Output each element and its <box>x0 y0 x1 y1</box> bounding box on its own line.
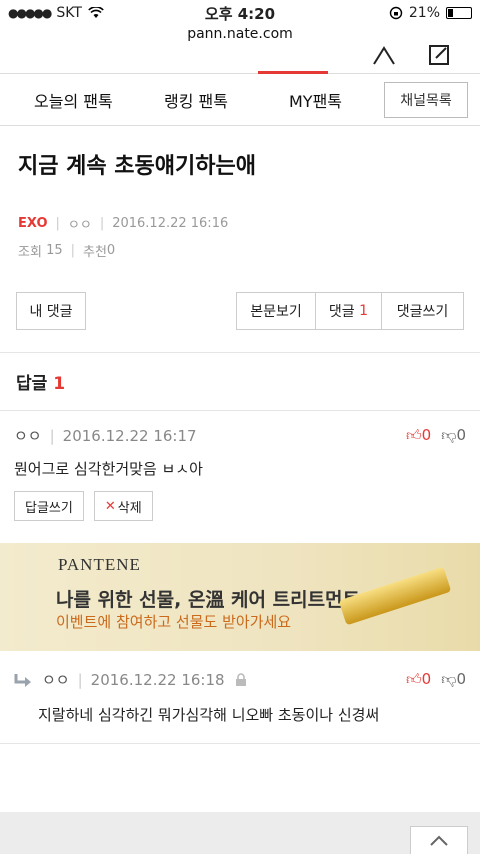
post-datetime: 2016.12.22 16:16 <box>112 216 229 231</box>
user-icon[interactable] <box>372 44 396 66</box>
views-label: 조회 <box>18 245 42 260</box>
comments-count: 1 <box>359 303 369 319</box>
my-comments-button[interactable]: 내 댓글 <box>16 292 86 330</box>
post-title: 지금 계속 초동얘기하는애 <box>18 154 256 179</box>
ad-product-image <box>338 566 452 626</box>
ad-subtext: 이벤트에 참여하고 선물도 받아가세요 <box>56 613 292 631</box>
battery-icon <box>446 7 472 19</box>
channel-list-button[interactable]: 채널목록 <box>384 82 468 118</box>
post-actions: 내 댓글 본문보기 댓글 1 댓글쓰기 <box>0 292 480 330</box>
upvote-button[interactable]: 👍︎0 <box>406 426 431 445</box>
post-category[interactable]: EXO <box>18 216 48 231</box>
replies-label: 답글 <box>16 374 48 394</box>
comment-item: ㅇㅇ | 2016.12.22 16:17 👍︎0 👎︎0 뭔어그로 심각한거맞… <box>0 411 480 535</box>
top-navigation <box>0 45 480 74</box>
post-author: ㅇㅇ <box>67 218 92 233</box>
recommend-label: 추천 <box>83 245 107 260</box>
scroll-top-button[interactable] <box>410 826 468 854</box>
thumbs-down-icon: 👎︎ <box>441 670 457 688</box>
replies-header: 답글 1 <box>0 353 480 410</box>
tab-today[interactable]: 오늘의 팬톡 <box>34 88 113 112</box>
ad-banner[interactable]: PANTENE 나를 위한 선물, 온溫 케어 트리트먼트 이벤트에 참여하고 … <box>0 543 480 651</box>
write-icon[interactable] <box>428 44 452 66</box>
page-footer <box>0 812 480 854</box>
comment-button-group: 본문보기 댓글 1 댓글쓰기 <box>236 292 464 330</box>
write-comment-button[interactable]: 댓글쓰기 <box>382 292 464 330</box>
reply-arrow-icon <box>14 673 31 687</box>
reply-meta: ㅇㅇ | 2016.12.22 16:18 👍︎0 👎︎0 <box>14 669 466 690</box>
reply-button[interactable]: 답글쓰기 <box>14 491 84 521</box>
comments-label: 댓글 <box>328 304 355 320</box>
view-post-button[interactable]: 본문보기 <box>236 292 316 330</box>
reply-author: ㅇㅇ <box>42 671 70 689</box>
views-count: 15 <box>46 243 63 258</box>
delete-x-icon: ✕ <box>104 498 116 514</box>
recommend-count: 0 <box>106 243 116 258</box>
tab-my[interactable]: MY팬톡 <box>289 88 342 112</box>
url-bar[interactable]: pann.nate.com <box>0 26 480 48</box>
chevron-up-icon <box>430 835 448 846</box>
post-meta: EXO | ㅇㅇ | 2016.12.22 16:16 <box>18 216 229 233</box>
thumbs-up-icon: 👍︎ <box>405 670 422 688</box>
comment-meta: ㅇㅇ | 2016.12.22 16:17 👍︎0 👎︎0 <box>14 426 466 445</box>
reply-datetime: 2016.12.22 16:18 <box>90 670 225 689</box>
comments-button[interactable]: 댓글 1 <box>316 292 382 330</box>
replies-count: 1 <box>53 374 66 394</box>
ad-brand: PANTENE <box>58 555 141 574</box>
downvote-button[interactable]: 👎︎0 <box>441 426 466 445</box>
comment-text: 뭔어그로 심각한거맞음 ㅂㅅ아 <box>14 460 203 478</box>
lock-icon <box>235 672 246 686</box>
post-stats: 조회 15 | 추천 0 <box>18 243 116 260</box>
fantalk-tabs: 오늘의 팬톡 랭킹 팬톡 MY팬톡 채널목록 <box>0 74 480 126</box>
thumbs-down-icon: 👎︎ <box>441 426 457 444</box>
reply-item: ㅇㅇ | 2016.12.22 16:18 👍︎0 👎︎0 지랄하네 심각하긴 … <box>0 651 480 743</box>
delete-button[interactable]: ✕ 삭제 <box>93 491 153 521</box>
ad-headline: 나를 위한 선물, 온溫 케어 트리트먼트 <box>56 589 361 611</box>
comment-author: ㅇㅇ <box>14 427 42 445</box>
status-bar: ●●●●● SKT 오후 4:20 21% <box>0 0 480 26</box>
comment-datetime: 2016.12.22 16:17 <box>62 426 197 445</box>
reply-text: 지랄하네 심각하긴 뭐가심각해 니오빠 초동이나 신경써 <box>38 706 380 724</box>
reply-upvote-button[interactable]: 👍︎0 <box>406 670 431 689</box>
tab-ranking[interactable]: 랭킹 팬톡 <box>164 88 228 112</box>
clock: 오후 4:20 <box>204 4 276 23</box>
thumbs-up-icon: 👍︎ <box>405 426 422 444</box>
reply-downvote-button[interactable]: 👎︎0 <box>441 670 466 689</box>
